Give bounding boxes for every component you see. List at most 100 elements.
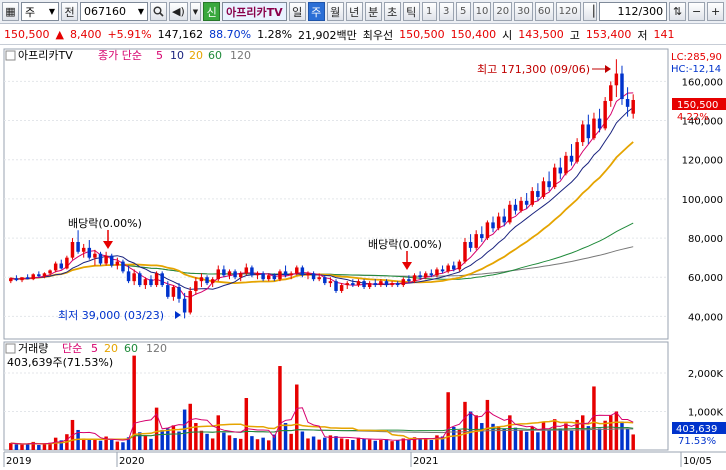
panel-settings-icon[interactable] xyxy=(5,343,16,354)
drag-handle[interactable]: ▕ xyxy=(582,2,598,21)
compare-button[interactable]: ⇅ xyxy=(669,2,687,21)
candle-body xyxy=(519,200,523,211)
candle-body xyxy=(524,200,529,205)
dropdown-button[interactable]: ▼ xyxy=(189,2,202,21)
interval-30[interactable]: 30 xyxy=(514,2,533,21)
volume-bar xyxy=(53,437,58,450)
high-label: 고 xyxy=(569,28,580,42)
candle-body xyxy=(373,283,378,286)
candle-body xyxy=(440,269,445,272)
tab-week[interactable]: 주 xyxy=(307,2,325,21)
current-volume-tag-value: 403,639 xyxy=(676,424,717,435)
candle-body xyxy=(496,216,501,229)
candle-body xyxy=(261,273,265,280)
interval-5[interactable]: 5 xyxy=(455,2,471,21)
arrows-icon: ⇅ xyxy=(673,5,683,18)
interval-1[interactable]: 1 xyxy=(421,2,437,21)
candle-body xyxy=(446,265,450,272)
current-price-tag-value: 150,500 xyxy=(677,100,718,111)
volume-bar xyxy=(457,429,462,450)
volume-bar xyxy=(115,441,120,450)
candle-body xyxy=(435,269,439,276)
x-tick-label: 2019 xyxy=(6,456,31,467)
plus-icon: + xyxy=(711,5,721,18)
candle-body xyxy=(143,279,148,286)
candle-body xyxy=(87,247,92,258)
ma120-legend: 120 xyxy=(230,49,251,62)
volume-bar xyxy=(166,428,170,450)
search-button[interactable] xyxy=(150,2,167,21)
volume-bar xyxy=(323,437,327,450)
zoom-out-button[interactable]: − xyxy=(688,2,706,21)
volume-bar xyxy=(524,431,529,450)
interval-10[interactable]: 10 xyxy=(472,2,492,21)
stock-code-input[interactable]: 067160 ▼ xyxy=(80,2,148,21)
volume-bar xyxy=(289,433,293,450)
volume-panel-title: 거래량 xyxy=(18,342,48,355)
lc-label: LC:285,90 xyxy=(671,52,722,63)
x-tick-label: 2020 xyxy=(119,456,144,467)
interval-3[interactable]: 3 xyxy=(438,2,454,21)
candle-body xyxy=(452,265,456,270)
candle-body xyxy=(592,118,596,139)
stock-chart[interactable]: 아프리카TV 종가 단순 5 10 20 60 120 최고 171,300 (… xyxy=(0,46,726,467)
volume-bar xyxy=(423,439,428,450)
tab-day[interactable]: 일 xyxy=(288,2,306,21)
candle-body xyxy=(306,273,310,276)
market-select[interactable]: 주 ▼ xyxy=(21,2,59,21)
tab-year[interactable]: 년 xyxy=(345,2,363,21)
candle-body xyxy=(238,273,243,278)
tab-month[interactable]: 월 xyxy=(326,2,344,21)
candle-body xyxy=(20,277,24,281)
candle-body xyxy=(138,273,142,286)
chart-menu-icon[interactable]: ▦ xyxy=(2,2,19,21)
candle-body xyxy=(395,283,400,286)
bar-count-field[interactable]: 112/300 xyxy=(599,2,668,21)
volume-bar xyxy=(603,420,607,450)
price-change: 8,400 xyxy=(69,28,102,41)
speaker-icon: ◀) xyxy=(172,5,185,18)
candle-body xyxy=(115,261,120,266)
volume-bar xyxy=(452,426,456,450)
volume-bar xyxy=(429,439,434,450)
tab-tick[interactable]: 틱 xyxy=(402,2,420,21)
interval-60[interactable]: 60 xyxy=(534,2,554,21)
candle-body xyxy=(328,281,333,284)
candle-body xyxy=(367,283,372,288)
market-label: 주 xyxy=(25,5,36,19)
zoom-in-button[interactable]: + xyxy=(707,2,725,21)
volume-bar xyxy=(317,439,321,450)
candle-body xyxy=(42,273,47,277)
interval-20[interactable]: 20 xyxy=(493,2,513,21)
sound-button[interactable]: ◀) xyxy=(169,2,188,21)
candle-body xyxy=(216,269,221,280)
volume-bar xyxy=(149,438,153,450)
tab-second[interactable]: 초 xyxy=(383,2,401,21)
price-tick-label: 60,000 xyxy=(688,273,723,284)
chart-area[interactable]: 아프리카TV 종가 단순 5 10 20 60 120 최고 171,300 (… xyxy=(0,46,726,467)
open-label: 시 xyxy=(502,28,513,42)
volume-bar xyxy=(620,421,624,450)
volume-bar xyxy=(395,440,400,450)
volume-bar xyxy=(278,366,282,450)
candle-body xyxy=(104,255,108,264)
prev-button[interactable]: 전 xyxy=(61,2,78,21)
stock-code-value: 067160 xyxy=(84,5,126,18)
credit-badge[interactable]: 신 xyxy=(203,2,221,21)
trade-amount: 21,902백만 xyxy=(298,28,357,42)
volume-bar xyxy=(300,431,305,450)
candle-body xyxy=(362,281,366,288)
volume-bar xyxy=(351,439,355,450)
tab-minute[interactable]: 분 xyxy=(364,2,382,21)
volume-bar xyxy=(233,438,237,450)
volume-bar xyxy=(205,433,209,450)
volume-bar xyxy=(390,441,394,450)
candle-body xyxy=(188,290,192,313)
candle-body xyxy=(255,273,260,276)
candle-body xyxy=(37,274,41,277)
volume-bar xyxy=(552,419,557,450)
panel-settings-icon[interactable] xyxy=(5,50,16,61)
candle-body xyxy=(244,267,249,274)
toolbar: ▦ 주 ▼ 전 067160 ▼ ◀) ▼ 신 아프리카TV 일 주 월 년 분… xyxy=(0,0,726,24)
interval-120[interactable]: 120 xyxy=(555,2,581,21)
